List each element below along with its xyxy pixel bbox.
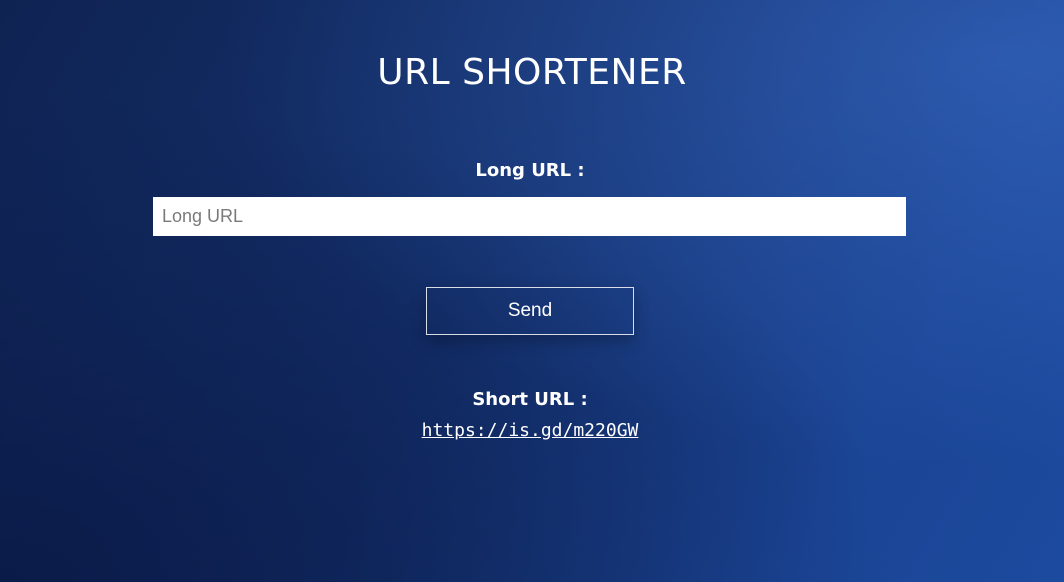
short-url-label: Short URL :	[472, 389, 588, 410]
page-title: URL SHORTENER	[377, 52, 687, 93]
url-shortener-page: URL SHORTENER Long URL : Send Short URL …	[0, 0, 1064, 582]
long-url-label: Long URL :	[475, 160, 585, 181]
send-button[interactable]: Send	[426, 287, 634, 335]
short-url-container: https://is.gd/m220GW	[0, 420, 1060, 441]
long-url-input[interactable]	[153, 197, 906, 236]
short-url-link[interactable]: https://is.gd/m220GW	[422, 420, 639, 441]
